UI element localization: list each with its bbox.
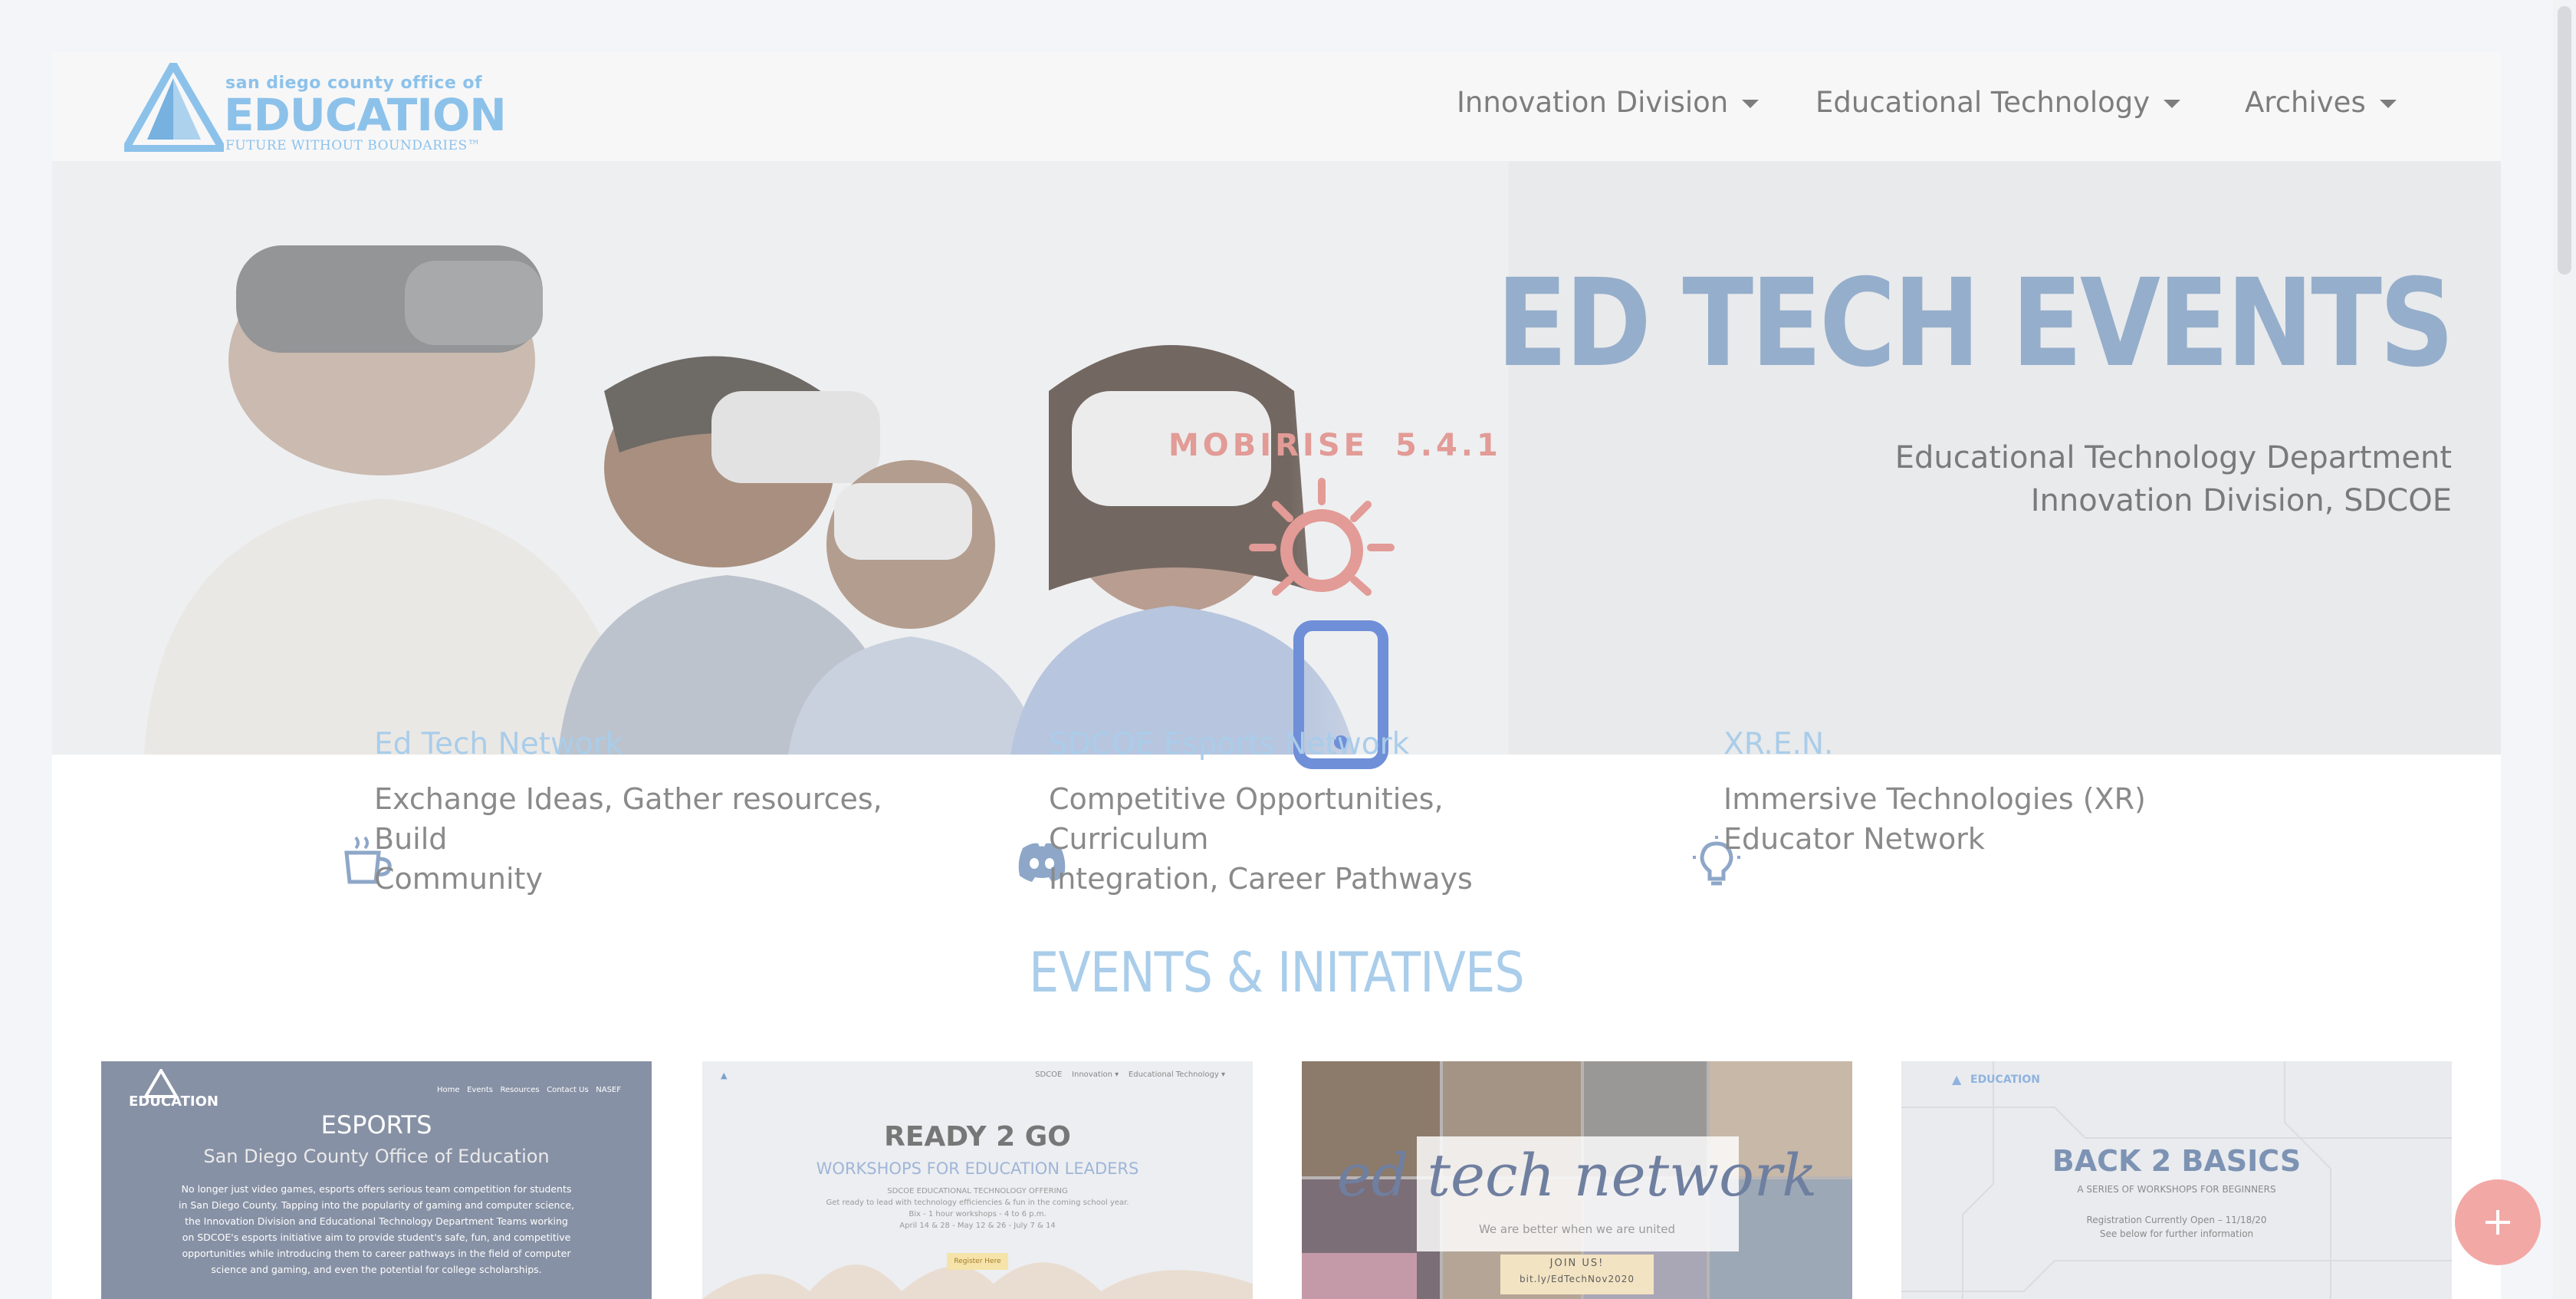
card-body-line: in San Diego County. Tapping into the po… bbox=[179, 1199, 574, 1211]
card-body-line: Bix - 1 hour workshops - 4 to 6 p.m. bbox=[909, 1210, 1046, 1218]
chevron-down-icon bbox=[1742, 100, 1760, 108]
feature-title[interactable]: SDCOE Esports Network bbox=[1049, 727, 1409, 761]
card-body-line: See below for further information bbox=[2099, 1228, 2254, 1239]
card-body: Registration Currently Open – 11/18/20 S… bbox=[1901, 1213, 2452, 1241]
card-cta-box[interactable]: JOIN US! bit.ly/EdTechNov2020 bbox=[1500, 1255, 1654, 1294]
sun-icon bbox=[1249, 478, 1395, 596]
card-body-line: opportunities while introducing them to … bbox=[182, 1248, 571, 1259]
nav-item-label: Archives bbox=[2245, 86, 2366, 119]
feature-description: Immersive Technologies (XR) Educator Net… bbox=[1723, 779, 2275, 859]
logo-main-text: EDUCATION bbox=[224, 89, 507, 141]
feature-desc-line1: Immersive Technologies (XR) bbox=[1723, 782, 2146, 816]
card-logo-icon: ▲ bbox=[1952, 1072, 1962, 1087]
card-nav: SDCOE Innovation ▾ Educational Technolog… bbox=[1035, 1070, 1225, 1079]
triangle-logo-icon bbox=[124, 63, 224, 152]
plus-icon bbox=[2486, 1210, 2510, 1235]
card-circuit-background bbox=[1901, 1061, 2452, 1299]
section-title-events: EVENTS & INITATIVES bbox=[1029, 940, 1525, 1005]
card-body-line: April 14 & 28 - May 12 & 26 - July 7 & 1… bbox=[899, 1222, 1056, 1230]
hero-subtitle-line1: Educational Technology Department bbox=[1894, 440, 2452, 475]
sdcoe-logo[interactable]: san diego county office of EDUCATION FUT… bbox=[124, 63, 507, 153]
card-body-line: on SDCOE's esports initiative aim to pro… bbox=[182, 1232, 571, 1243]
card-body: SDCOE EDUCATIONAL TECHNOLOGY OFFERING Ge… bbox=[702, 1186, 1253, 1232]
card-heading: BACK 2 BASICS bbox=[2052, 1144, 2302, 1178]
hero-subtitle-line2: Innovation Division, SDCOE bbox=[2030, 483, 2452, 518]
card-body-line: Get ready to lead with technology effici… bbox=[826, 1199, 1129, 1207]
card-heading: READY 2 GO bbox=[884, 1121, 1071, 1153]
card-logo-icon: ▲ bbox=[721, 1070, 728, 1080]
card-nav: Home Events Resources Contact Us NASEF bbox=[437, 1086, 621, 1094]
card-tagline: We are better when we are united bbox=[1478, 1222, 1676, 1236]
chevron-down-icon bbox=[2379, 100, 2397, 108]
add-block-button[interactable] bbox=[2455, 1179, 2541, 1265]
nav-item-label: Innovation Division bbox=[1457, 86, 1729, 119]
card-body-line: science and gaming, and even the potenti… bbox=[211, 1264, 542, 1275]
navbar: san diego county office of EDUCATION FUT… bbox=[52, 52, 2501, 161]
card-body-line: the Innovation Division and Educational … bbox=[185, 1215, 568, 1227]
card-subheading: A SERIES OF WORKSHOPS FOR BEGINNERS bbox=[2077, 1184, 2276, 1195]
card-body-line: SDCOE EDUCATIONAL TECHNOLOGY OFFERING bbox=[887, 1187, 1068, 1195]
mobirise-version: 5.4.1 bbox=[1395, 428, 1502, 463]
feature-desc-line1: Competitive Opportunities, Curriculum bbox=[1049, 782, 1444, 856]
card-ed-tech-network[interactable]: ed tech network We are better when we ar… bbox=[1302, 1061, 1852, 1299]
feature-description: Exchange Ideas, Gather resources, Build … bbox=[374, 779, 926, 899]
feature-desc-line2: Integration, Career Pathways bbox=[1049, 862, 1473, 896]
mobirise-overlay: MOBIRISE 5.4.1 bbox=[1153, 428, 1498, 827]
card-subheading: WORKSHOPS FOR EDUCATION LEADERS bbox=[816, 1159, 1139, 1178]
feature-title[interactable]: Ed Tech Network bbox=[374, 727, 623, 761]
feature-desc-line1: Exchange Ideas, Gather resources, Build bbox=[374, 782, 882, 856]
nav-item-educational-technology[interactable]: Educational Technology bbox=[1815, 86, 2181, 119]
card-link: bit.ly/EdTechNov2020 bbox=[1520, 1274, 1635, 1284]
card-subheading: San Diego County Office of Education bbox=[203, 1146, 550, 1167]
card-logo-text: EDUCATION bbox=[129, 1093, 219, 1110]
card-body: No longer just video games, esports offe… bbox=[132, 1181, 621, 1278]
nav-item-archives[interactable]: Archives bbox=[2245, 86, 2397, 119]
card-logo-text: EDUCATION bbox=[1970, 1074, 2040, 1086]
page-frame: san diego county office of EDUCATION FUT… bbox=[52, 52, 2501, 1299]
page-scrollbar[interactable] bbox=[2553, 0, 2576, 1299]
feature-desc-line2: Educator Network bbox=[1723, 822, 1985, 856]
card-heading: ed tech network bbox=[1336, 1141, 1818, 1209]
card-back-2-basics[interactable]: EDUCATION ▲ BACK 2 BASICS A SERIES OF WO… bbox=[1901, 1061, 2452, 1299]
register-button[interactable]: Register Here bbox=[947, 1253, 1008, 1270]
nav-item-label: Educational Technology bbox=[1815, 86, 2150, 119]
mobirise-brand: MOBIRISE bbox=[1168, 428, 1368, 463]
card-ready-2-go[interactable]: ▲ SDCOE Innovation ▾ Educational Technol… bbox=[702, 1061, 1253, 1299]
feature-title[interactable]: XR.E.N. bbox=[1723, 727, 1833, 761]
card-esports[interactable]: EDUCATION Home Events Resources Contact … bbox=[101, 1061, 652, 1299]
hero-title: ED TECH EVENTS bbox=[1496, 253, 2455, 394]
logo-tagline: FUTURE WITHOUT BOUNDARIES™ bbox=[225, 138, 481, 153]
card-body-line: Registration Currently Open – 11/18/20 bbox=[2086, 1215, 2267, 1225]
nav-item-innovation-division[interactable]: Innovation Division bbox=[1457, 86, 1760, 119]
mobirise-label: MOBIRISE 5.4.1 bbox=[1168, 428, 1502, 463]
feature-desc-line2: Community bbox=[374, 862, 543, 896]
feature-description: Competitive Opportunities, Curriculum In… bbox=[1049, 779, 1601, 899]
card-cta: JOIN US! bbox=[1549, 1258, 1605, 1269]
card-heading: ESPORTS bbox=[320, 1110, 432, 1140]
chevron-down-icon bbox=[2164, 100, 2181, 108]
scrollbar-thumb[interactable] bbox=[2558, 6, 2571, 275]
card-body-line: No longer just video games, esports offe… bbox=[181, 1183, 572, 1195]
